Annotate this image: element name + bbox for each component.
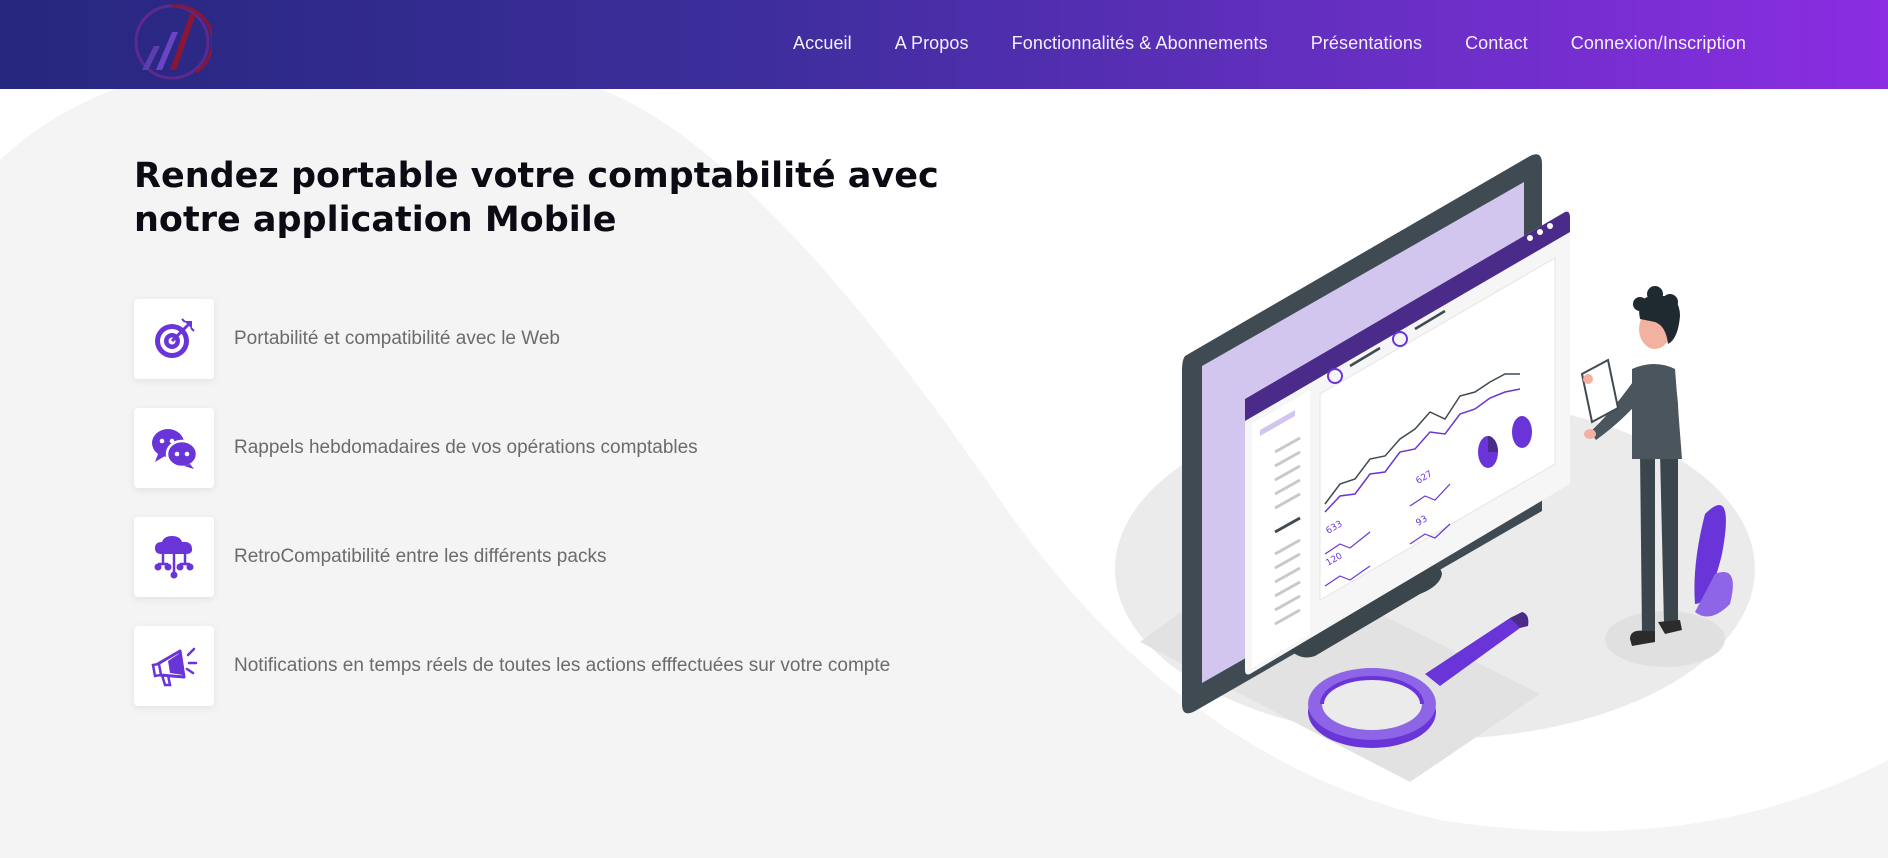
feature-item: RetroCompatibilité entre les différents …: [134, 517, 606, 597]
nav-fonctionnalites[interactable]: Fonctionnalités & Abonnements: [1012, 33, 1268, 53]
feature-text: Portabilité et compatibilité avec le Web: [234, 328, 560, 349]
nav-presentations[interactable]: Présentations: [1311, 33, 1422, 53]
nav-menu: Accueil A Propos Fonctionnalités & Abonn…: [750, 0, 1746, 86]
hero-title-line2: notre application Mobile: [134, 200, 617, 240]
nav-a-propos[interactable]: A Propos: [895, 33, 969, 53]
nav-accueil[interactable]: Accueil: [793, 33, 852, 53]
megaphone-icon: [151, 647, 198, 687]
chart-logo-icon[interactable]: [132, 2, 212, 82]
feature-icon-box: [134, 299, 214, 379]
feature-item: Portabilité et compatibilité avec le Web: [134, 299, 560, 379]
hero-section: Rendez portable votre comptabilité avec …: [0, 89, 1888, 858]
feature-text: Rappels hebdomadaires de vos opérations …: [234, 437, 698, 458]
feature-item: Rappels hebdomadaires de vos opérations …: [134, 408, 698, 488]
feature-icon-box: [134, 408, 214, 488]
hero-title: Rendez portable votre comptabilité avec …: [134, 154, 974, 242]
dashboard-illustration: 627 633 93 120: [1115, 154, 1755, 782]
target-icon: [155, 318, 195, 358]
feature-text: Notifications en temps réels de toutes l…: [234, 655, 891, 676]
cloud-network-icon: [154, 536, 194, 579]
feature-icon-box: [134, 517, 214, 597]
feature-item: Notifications en temps réels de toutes l…: [134, 626, 890, 706]
nav-connexion[interactable]: Connexion/Inscription: [1571, 33, 1746, 53]
chat-bubbles-icon: [152, 429, 198, 469]
feature-text: RetroCompatibilité entre les différents …: [234, 546, 607, 567]
hero-title-line1: Rendez portable votre comptabilité avec: [134, 156, 939, 196]
nav-contact[interactable]: Contact: [1465, 33, 1528, 53]
feature-icon-box: [134, 626, 214, 706]
navbar: Accueil A Propos Fonctionnalités & Abonn…: [0, 0, 1888, 89]
